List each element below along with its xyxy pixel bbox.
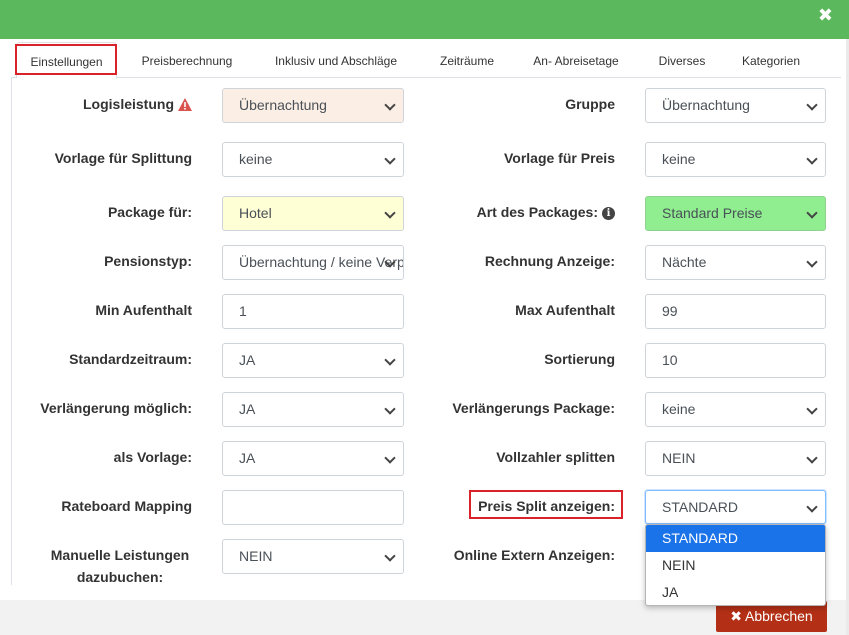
vollzahler-splitten-select[interactable]: NEIN [645, 441, 826, 476]
verlaengerung-moeglich-label: Verlängerung möglich: [40, 400, 192, 416]
tab-bar: Einstellungen Preisberechnung Inklusiv u… [11, 42, 841, 79]
dropdown-option-nein[interactable]: NEIN [646, 552, 825, 579]
art-des-packages-label: Art des Packages: i [477, 203, 615, 221]
gruppe-label: Gruppe [565, 96, 615, 112]
max-aufenthalt-input[interactable]: 99 [645, 294, 826, 329]
tab-kategorien[interactable]: Kategorien [736, 42, 806, 78]
info-circle-icon[interactable]: i [602, 207, 615, 220]
sortierung-input[interactable]: 10 [645, 343, 826, 378]
vorlage-preis-label: Vorlage für Preis [503, 150, 615, 166]
sortierung-label: Sortierung [544, 351, 615, 367]
package-fuer-select[interactable]: Hotel [222, 196, 404, 231]
manuelle-leistungen-select[interactable]: NEIN [222, 539, 404, 574]
close-icon: ✖ [730, 608, 742, 624]
als-vorlage-select[interactable]: JA [222, 441, 404, 476]
verlaengerungs-package-select[interactable]: keine [645, 392, 826, 427]
tab-zeitraeume[interactable]: Zeiträume [432, 42, 502, 78]
logisleistung-select[interactable]: Übernachtung [222, 88, 404, 123]
standardzeitraum-label: Standardzeitraum: [69, 351, 192, 367]
rateboard-mapping-label: Rateboard Mapping [61, 498, 192, 514]
logisleistung-label: Logisleistung [83, 95, 192, 115]
verlaengerungs-package-label: Verlängerungs Package: [452, 400, 615, 416]
preis-split-dropdown: STANDARD NEIN JA [645, 524, 826, 606]
vorlage-splittung-label: Vorlage für Splittung [54, 150, 192, 166]
min-aufenthalt-label: Min Aufenthalt [95, 302, 192, 318]
vorlage-splittung-select[interactable]: keine [222, 142, 404, 177]
tab-inklusiv-und-abschlaege[interactable]: Inklusiv und Abschläge [266, 42, 406, 78]
tab-an-abreisetage[interactable]: An- Abreisetage [526, 42, 626, 78]
dropdown-option-ja[interactable]: JA [646, 579, 825, 605]
tab-diverses[interactable]: Diverses [652, 42, 712, 78]
max-aufenthalt-label: Max Aufenthalt [515, 302, 615, 318]
vorlage-preis-select[interactable]: keine [645, 142, 826, 177]
gruppe-select[interactable]: Übernachtung [645, 88, 826, 123]
art-des-packages-select[interactable]: Standard Preise [645, 196, 826, 231]
warning-triangle-icon [178, 97, 192, 115]
dialog-header [0, 0, 849, 39]
online-extern-anzeigen-label: Online Extern Anzeigen: [453, 547, 615, 563]
min-aufenthalt-input[interactable]: 1 [222, 294, 404, 329]
rechnung-anzeige-select[interactable]: Nächte [645, 245, 826, 280]
standardzeitraum-select[interactable]: JA [222, 343, 404, 378]
pensionstyp-select[interactable]: Übernachtung / keine Verpflegung [222, 245, 404, 280]
manuelle-leistungen-label: Manuelle Leistungen dazubuchen: [50, 547, 190, 585]
tab-einstellungen[interactable]: Einstellungen [16, 42, 117, 79]
vollzahler-splitten-label: Vollzahler splitten [496, 449, 615, 465]
close-icon[interactable]: ✖ [818, 6, 833, 24]
package-fuer-label: Package für: [107, 204, 192, 220]
dropdown-option-standard[interactable]: STANDARD [646, 525, 825, 552]
tab-preisberechnung[interactable]: Preisberechnung [132, 42, 242, 78]
cancel-button-label: Abbrechen [745, 608, 813, 624]
preis-split-anzeigen-select[interactable]: STANDARD [645, 490, 826, 524]
rechnung-anzeige-label: Rechnung Anzeige: [484, 253, 615, 269]
als-vorlage-label: als Vorlage: [113, 449, 192, 465]
verlaengerung-moeglich-select[interactable]: JA [222, 392, 404, 427]
preis-split-anzeigen-label: Preis Split anzeigen: [478, 498, 615, 514]
pensionstyp-label: Pensionstyp: [104, 253, 192, 269]
rateboard-mapping-input[interactable] [222, 490, 404, 525]
tab-content-border [11, 78, 12, 585]
